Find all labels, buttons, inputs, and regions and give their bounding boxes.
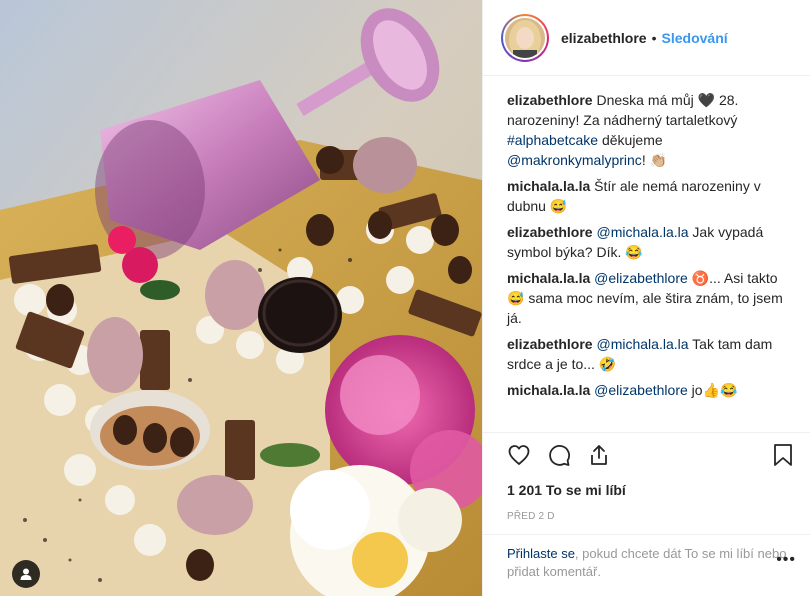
person-icon [20, 568, 32, 580]
post-header: elizabethlore • Sledování [483, 0, 810, 76]
comment-text: děkujeme [598, 132, 663, 148]
login-link[interactable]: Přihlaste se [507, 546, 575, 561]
post-side-panel: elizabethlore • Sledování elizabethlore … [482, 0, 810, 596]
post-date[interactable]: PŘED 2 D [483, 508, 810, 526]
post-photo[interactable] [0, 0, 482, 596]
comment-item: elizabethlore Dneska má můj 🖤 28. naroze… [507, 90, 794, 170]
mention-link[interactable]: @michala.la.la [596, 336, 688, 352]
mention-link[interactable]: @makronkymalyprinc [507, 152, 642, 168]
header-username[interactable]: elizabethlore [561, 30, 647, 46]
comment-username[interactable]: michala.la.la [507, 270, 590, 286]
comment-item: elizabethlore @michala.la.la Jak vypadá … [507, 222, 794, 262]
action-bar [483, 432, 810, 476]
comment-username[interactable]: michala.la.la [507, 382, 590, 398]
comment-icon [549, 444, 570, 466]
heart-icon [508, 444, 530, 465]
comment-item: michala.la.la Štír ale nemá narozeniny v… [507, 176, 794, 216]
comment-username[interactable]: elizabethlore [507, 336, 593, 352]
comment-item: elizabethlore @michala.la.la Tak tam dam… [507, 334, 794, 374]
save-button[interactable] [754, 435, 794, 475]
like-button[interactable] [507, 435, 547, 475]
likes-count[interactable]: 1 201 To se mi líbí [483, 478, 810, 502]
post-container: elizabethlore • Sledování elizabethlore … [0, 0, 810, 596]
follow-button[interactable]: Sledování [662, 30, 728, 46]
mention-link[interactable]: @elizabethlore [594, 270, 688, 286]
mention-link[interactable]: @elizabethlore [594, 382, 688, 398]
header-separator: • [651, 29, 657, 46]
comment-username[interactable]: michala.la.la [507, 178, 590, 194]
comments-list: elizabethlore Dneska má můj 🖤 28. naroze… [483, 76, 810, 432]
avatar-image [505, 17, 545, 58]
login-prompt: Přihlaste se, pokud chcete dát To se mi … [483, 534, 810, 596]
more-options-icon[interactable]: ••• [776, 551, 796, 569]
comment-username[interactable]: elizabethlore [507, 92, 593, 108]
comment-text: jo👍😂 [687, 382, 738, 398]
cake-photo-illustration [0, 0, 482, 596]
avatar[interactable] [501, 13, 549, 62]
bookmark-icon [774, 443, 792, 466]
comment-username[interactable]: elizabethlore [507, 224, 593, 240]
tagged-users-button[interactable] [12, 560, 40, 588]
comment-text: ! 👏🏼 [641, 152, 668, 168]
comment-item: michala.la.la @elizabethlore ♉... Asi ta… [507, 268, 794, 328]
comment-item: michala.la.la @elizabethlore jo👍😂 [507, 380, 794, 400]
share-button[interactable] [587, 435, 627, 475]
mention-link[interactable]: @michala.la.la [596, 224, 688, 240]
share-icon [591, 444, 607, 465]
hashtag-link[interactable]: #alphabetcake [507, 132, 598, 148]
comment-button[interactable] [547, 435, 587, 475]
